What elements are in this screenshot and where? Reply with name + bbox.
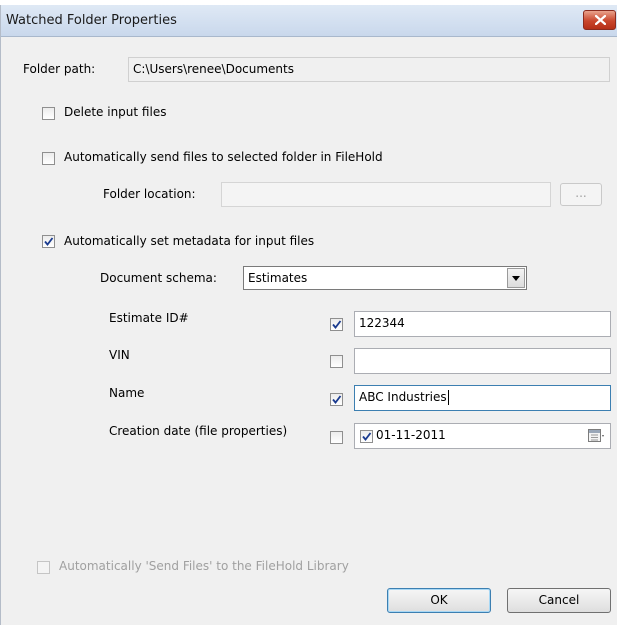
field-input-estimate-id[interactable]: 122344 — [354, 311, 611, 337]
close-icon — [595, 15, 606, 25]
document-schema-label: Document schema: — [100, 271, 217, 285]
field-checkbox-estimate-id[interactable] — [330, 318, 343, 331]
auto-metadata-label: Automatically set metadata for input fil… — [64, 234, 315, 248]
auto-send-label: Automatically send files to selected fol… — [64, 150, 383, 164]
send-to-library-checkbox[interactable] — [37, 561, 50, 574]
auto-metadata-checkbox[interactable] — [42, 235, 55, 248]
field-checkbox-name[interactable] — [330, 393, 343, 406]
field-checkbox-creation-date[interactable] — [330, 431, 343, 444]
document-schema-select[interactable]: Estimates — [243, 266, 527, 290]
checkmark-icon — [362, 432, 372, 441]
field-value-name: ABC Industries — [359, 390, 447, 404]
calendar-icon[interactable] — [588, 429, 605, 443]
folder-path-label: Folder path: — [23, 62, 96, 76]
date-enabled-checkbox[interactable] — [360, 430, 373, 443]
field-input-vin[interactable] — [354, 348, 611, 374]
checkmark-icon — [44, 237, 54, 246]
field-value-estimate-id: 122344 — [359, 316, 405, 330]
text-cursor — [447, 390, 449, 405]
field-checkbox-vin[interactable] — [330, 355, 343, 368]
field-label-creation-date: Creation date (file properties) — [109, 424, 288, 438]
date-picker-creation-date[interactable]: 01-11-2011 — [354, 423, 611, 449]
chevron-down-icon[interactable] — [507, 268, 525, 288]
window-title: Watched Folder Properties — [6, 13, 177, 28]
cancel-button[interactable]: Cancel — [507, 588, 611, 613]
field-input-name[interactable]: ABC Industries — [354, 385, 611, 411]
title-bar[interactable]: Watched Folder Properties — [1, 5, 617, 37]
close-button[interactable] — [583, 10, 616, 30]
auto-send-checkbox[interactable] — [42, 152, 55, 165]
send-to-library-label: Automatically 'Send Files' to the FileHo… — [59, 559, 349, 573]
watched-folder-properties-dialog: Watched Folder Properties Folder path: C… — [0, 5, 617, 625]
document-schema-value: Estimates — [248, 271, 308, 285]
field-label-name: Name — [109, 386, 145, 400]
delete-input-files-checkbox[interactable] — [42, 107, 55, 120]
browse-folder-button[interactable]: ... — [560, 183, 602, 206]
ok-button[interactable]: OK — [387, 588, 491, 613]
checkmark-icon — [332, 320, 342, 329]
checkmark-icon — [332, 395, 342, 404]
delete-input-files-label: Delete input files — [64, 105, 167, 119]
field-value-creation-date: 01-11-2011 — [376, 428, 446, 442]
folder-path-field: C:\Users\renee\Documents — [128, 57, 610, 82]
field-label-estimate-id: Estimate ID# — [109, 311, 189, 325]
field-label-vin: VIN — [109, 348, 130, 362]
folder-path-value: C:\Users\renee\Documents — [133, 62, 294, 76]
folder-location-label: Folder location: — [103, 187, 196, 201]
folder-location-field[interactable] — [221, 182, 551, 207]
